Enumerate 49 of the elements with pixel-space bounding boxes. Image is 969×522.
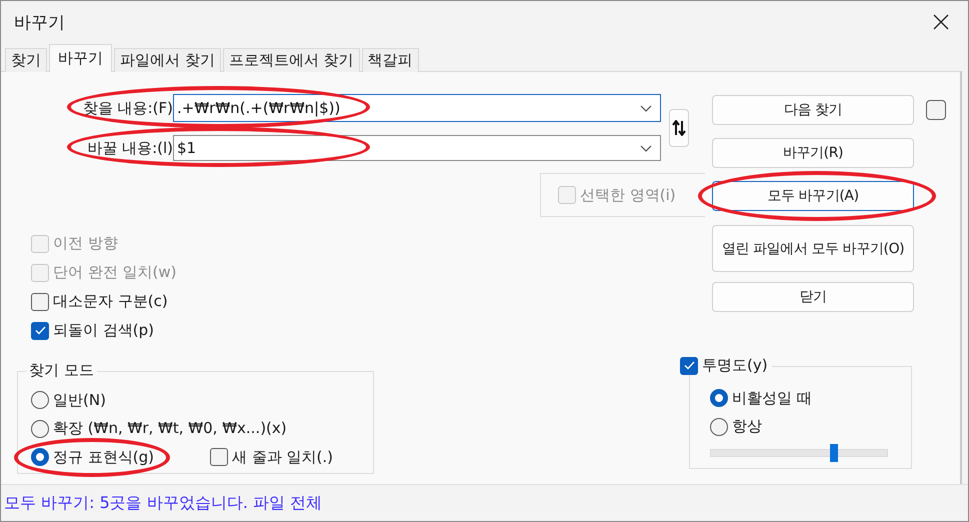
slider-thumb[interactable] [830, 444, 838, 462]
dialog-button[interactable]: 닫기 [712, 282, 914, 312]
radio-button[interactable] [31, 420, 49, 438]
combo-field[interactable]: .+₩r₩n(.+(₩r₩n|$)) [173, 94, 661, 122]
radio-label: 항상 [732, 417, 762, 436]
radio-label: 비활성일 때 [732, 388, 812, 408]
swap-button[interactable] [669, 108, 689, 146]
radio-button[interactable] [710, 418, 728, 436]
dialog-button[interactable]: 열린 파일에서 모두 바꾸기(O) [712, 225, 914, 272]
checkbox[interactable] [680, 356, 698, 374]
combo-field[interactable]: $1 [173, 135, 661, 161]
status-text: 모두 바꾸기: 5곳을 바꾸었습니다. 파일 전체 [4, 492, 322, 514]
radio-button[interactable] [31, 448, 49, 466]
text-input[interactable]: $1 [177, 139, 640, 157]
field-label: 찾을 내용:(F) [82, 98, 173, 118]
radio-label: 확장 (₩n, ₩r, ₩t, ₩0, ₩x...)(x) [53, 419, 287, 438]
checkmark-icon [34, 326, 46, 335]
checkbox-label: 단어 완전 일치(w) [53, 263, 177, 282]
checkbox[interactable] [926, 100, 946, 120]
tab[interactable]: 책갈피 [362, 48, 419, 72]
radio-label: 정규 표현식(g) [53, 448, 154, 467]
tab[interactable]: 찾기 [5, 48, 47, 72]
dialog-button[interactable]: 다음 찾기 [712, 95, 914, 125]
radio-button[interactable] [710, 389, 728, 408]
tab[interactable]: 프로젝트에서 찾기 [222, 48, 360, 72]
tab[interactable]: 바꾸기 [49, 44, 112, 72]
checkmark-icon [684, 361, 694, 370]
field-label: 바꿀 내용:(l) [86, 138, 173, 158]
checkbox[interactable] [210, 448, 228, 466]
group-title: 찾기 모드 [26, 361, 97, 380]
checkbox-label: 되돌이 검색(p) [53, 321, 154, 340]
tab[interactable]: 파일에서 찾기 [114, 48, 221, 72]
chevron-down-icon [640, 144, 652, 152]
swap-arrows-icon [672, 120, 686, 136]
checkbox-label: 대소문자 구분(c) [53, 292, 168, 311]
checkbox[interactable] [31, 292, 49, 310]
checkbox[interactable] [31, 322, 49, 340]
text-input[interactable]: .+₩r₩n(.+(₩r₩n|$)) [177, 99, 640, 117]
radio-button[interactable] [31, 391, 49, 410]
checkbox-label: 새 줄과 일치(.) [232, 448, 334, 467]
dialog-button[interactable]: 모두 바꾸기(A) [712, 181, 914, 211]
checkbox-label: 이전 방향 [53, 234, 118, 253]
radio-label: 일반(N) [53, 390, 106, 410]
checkbox-label: 투명도(y) [702, 356, 768, 375]
window-title: 바꾸기 [14, 12, 65, 34]
chevron-down-icon [640, 104, 652, 112]
dialog-button[interactable]: 바꾸기(R) [712, 138, 914, 168]
close-icon [933, 14, 949, 30]
checkbox-label: 선택한 영역(i) [580, 186, 676, 204]
